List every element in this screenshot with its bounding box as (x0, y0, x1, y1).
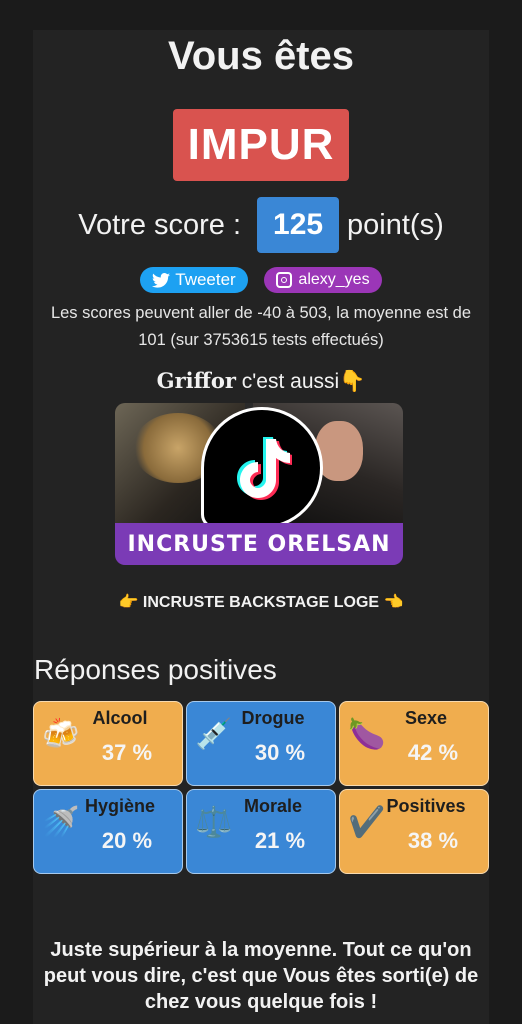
category-percent: 37 % (101, 740, 153, 765)
social-buttons: Tweeter alexy_yes (0, 267, 522, 293)
promo-banner: INCRUSTE ORELSAN (115, 523, 403, 565)
category-percent: 20 % (101, 828, 153, 853)
promo-image-link[interactable]: INCRUSTE ORELSAN (115, 403, 403, 565)
category-name: Hygiène (84, 796, 156, 816)
category-card-hygiene: 🚿 Hygiène 20 % (33, 789, 183, 874)
score-row: Votre score : 125 point(s) (0, 197, 522, 253)
promo-heading: Griffor c'est aussi👇 (0, 368, 522, 394)
instagram-label: alexy_yes (298, 271, 370, 288)
result-badge: IMPUR (173, 109, 349, 181)
category-card-positives: ✔️ Positives 38 % (339, 789, 489, 874)
score-unit: point(s) (347, 208, 444, 241)
score-value: 125 (257, 197, 340, 253)
category-card-morale: ⚖️ Morale 21 % (186, 789, 336, 874)
tiktok-logo-icon (201, 407, 323, 529)
category-card-drogue: 💉 Drogue 30 % (186, 701, 336, 786)
instagram-button[interactable]: alexy_yes (264, 267, 382, 293)
category-name: Morale (243, 796, 303, 816)
backstage-link[interactable]: 👉 INCRUSTE BACKSTAGE LOGE 👈 (0, 592, 522, 612)
tweet-label: Tweeter (175, 270, 236, 289)
page-title: Vous êtes (168, 34, 354, 78)
category-percent: 38 % (407, 828, 459, 853)
tweet-button[interactable]: Tweeter (140, 267, 248, 293)
category-name: Alcool (92, 708, 148, 728)
stats-note: Les scores peuvent aller de -40 à 503, l… (50, 304, 472, 349)
category-grid: 🍻 Alcool 37 % 💉 Drogue 30 % 🍆 Sexe 42 % … (33, 701, 489, 875)
category-percent: 21 % (254, 828, 306, 853)
category-card-sexe: 🍆 Sexe 42 % (339, 701, 489, 786)
instagram-icon (276, 272, 293, 288)
category-name: Drogue (241, 708, 305, 728)
category-name: Sexe (404, 708, 448, 728)
category-card-alcool: 🍻 Alcool 37 % (33, 701, 183, 786)
category-name: Positives (386, 796, 466, 816)
promo-brand: Griffor (156, 368, 236, 393)
category-percent: 30 % (254, 740, 306, 765)
twitter-bird-icon (152, 272, 171, 288)
section-title: Réponses positives (34, 654, 277, 685)
verdict-text: Juste supérieur à la moyenne. Tout ce qu… (43, 939, 479, 1013)
category-percent: 42 % (407, 740, 459, 765)
promo-tagline: c'est aussi👇 (235, 370, 366, 393)
score-label: Votre score : (78, 208, 242, 241)
